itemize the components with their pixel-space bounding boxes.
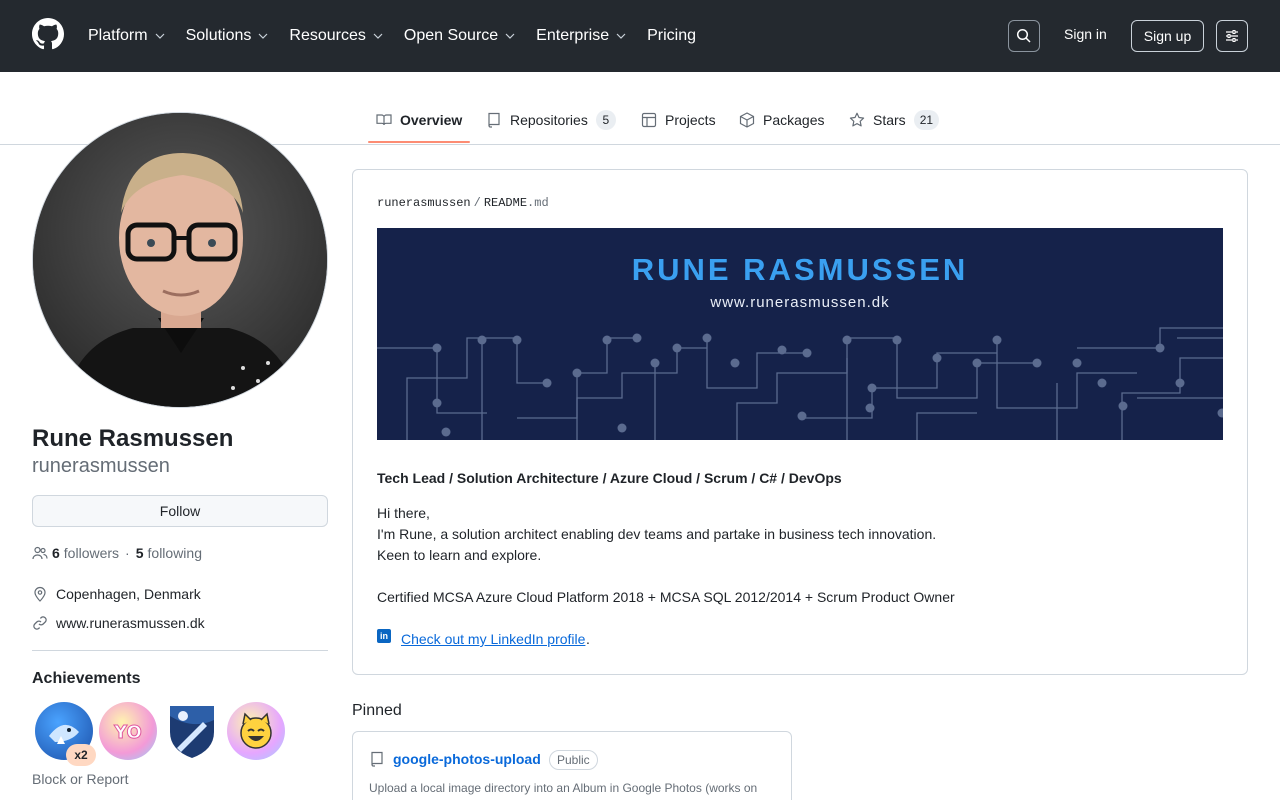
- yolo-icon: YO: [113, 722, 143, 744]
- tab-label: Projects: [665, 112, 716, 128]
- achievement-arctic-badge[interactable]: [163, 702, 221, 760]
- achievement-quickdraw-badge[interactable]: [227, 702, 285, 760]
- location-text: Copenhagen, Denmark: [56, 586, 201, 602]
- readme-line: I'm Rune, a solution architect enabling …: [377, 526, 937, 542]
- following-label: following: [147, 545, 202, 561]
- tab-label: Packages: [763, 112, 825, 128]
- separator-dot: ·: [125, 545, 130, 561]
- book-icon: [376, 114, 392, 126]
- active-tab-indicator: [368, 141, 470, 143]
- tab-label: Overview: [400, 112, 463, 128]
- avatar-photo: [33, 113, 327, 407]
- nav-label: Enterprise: [536, 27, 610, 44]
- sidebar-divider: [32, 650, 328, 651]
- star-icon: [849, 112, 865, 127]
- tab-repositories[interactable]: Repositories 5: [486, 104, 616, 136]
- block-or-report-link[interactable]: Block or Report: [32, 771, 128, 787]
- readme-path-separator: /: [473, 196, 481, 210]
- readme-line: Hi there,: [377, 505, 430, 521]
- nav-label: Resources: [289, 27, 366, 44]
- package-icon: [739, 112, 755, 128]
- location-icon: [34, 586, 46, 602]
- followers-link[interactable]: 6 followers: [52, 545, 119, 561]
- repositories-count: 5: [595, 110, 616, 130]
- readme-path-file[interactable]: README: [484, 196, 527, 210]
- site-header: Platform Solutions Resources Open Source…: [0, 0, 1280, 72]
- linkedin-profile-link[interactable]: Check out my LinkedIn profile: [401, 631, 585, 647]
- website-link[interactable]: www.runerasmussen.dk: [56, 615, 205, 631]
- tab-stars[interactable]: Stars 21: [849, 104, 940, 136]
- cat-face-icon: [240, 712, 272, 749]
- website-row: www.runerasmussen.dk: [32, 615, 205, 631]
- nav-label: Platform: [88, 27, 148, 44]
- pinned-repo-name[interactable]: google-photos-upload: [393, 751, 541, 767]
- sign-in-link[interactable]: Sign in: [1064, 26, 1107, 42]
- chevron-down-icon: [258, 33, 268, 39]
- chevron-down-icon: [155, 33, 165, 39]
- readme-banner: RUNE RASMUSSEN www.runerasmussen.dk: [377, 228, 1223, 440]
- people-icon: [32, 546, 48, 560]
- followers-label: followers: [63, 545, 120, 561]
- arctic-shield-icon: [170, 706, 214, 758]
- achievement-multiplier: x2: [66, 744, 96, 766]
- link-icon: [33, 616, 47, 630]
- tab-overview[interactable]: Overview: [376, 104, 462, 136]
- search-icon: [1016, 28, 1031, 43]
- chevron-down-icon: [505, 33, 515, 39]
- table-icon: [641, 112, 657, 128]
- nav-label: Open Source: [403, 27, 499, 44]
- profile-username: runerasmussen: [32, 455, 170, 477]
- sign-up-button[interactable]: Sign up: [1131, 20, 1204, 52]
- nav-resources[interactable]: Resources: [289, 27, 383, 45]
- pinned-repo-card: google-photos-upload Public Upload a loc…: [352, 731, 792, 800]
- nav-label: Pricing: [647, 27, 696, 44]
- tab-label: Stars: [873, 112, 906, 128]
- pinned-heading: Pinned: [352, 702, 402, 719]
- linkedin-suffix: .: [586, 631, 590, 647]
- main-nav: Platform Solutions Resources Open Source…: [88, 0, 716, 72]
- profile-fullname: Rune Rasmussen: [32, 425, 234, 452]
- follow-stats: 6 followers · 5 following: [32, 545, 202, 561]
- banner-url: www.runerasmussen.dk: [710, 294, 890, 311]
- avatar[interactable]: [32, 112, 328, 408]
- achievement-yolo-badge[interactable]: YO: [99, 702, 157, 760]
- followers-count: 6: [52, 545, 60, 561]
- chevron-down-icon: [616, 33, 626, 39]
- nav-open-source[interactable]: Open Source: [404, 27, 516, 45]
- repo-icon: [371, 751, 383, 767]
- nav-label: Solutions: [185, 27, 252, 44]
- settings-button[interactable]: [1216, 20, 1248, 52]
- nav-enterprise[interactable]: Enterprise: [536, 27, 627, 45]
- stars-count: 21: [913, 110, 940, 130]
- readme-line: Keen to learn and explore.: [377, 547, 542, 563]
- tab-packages[interactable]: Packages: [739, 104, 824, 136]
- following-link[interactable]: 5 following: [136, 545, 202, 561]
- nav-platform[interactable]: Platform: [88, 27, 166, 45]
- readme-path-user[interactable]: runerasmussen: [377, 196, 471, 210]
- readme-path-ext: .md: [527, 196, 549, 210]
- linkedin-icon[interactable]: in: [377, 629, 391, 643]
- readme-headline: Tech Lead / Solution Architecture / Azur…: [377, 470, 842, 486]
- location-row: Copenhagen, Denmark: [32, 586, 201, 602]
- achievements-heading: Achievements: [32, 670, 141, 687]
- chevron-down-icon: [373, 33, 383, 39]
- repo-icon: [488, 112, 500, 128]
- banner-title: RUNE RASMUSSEN: [631, 252, 969, 287]
- readme-card: runerasmussen / README.md RUNE RASMUSSEN…: [352, 169, 1248, 675]
- settings-sliders-icon: [1226, 30, 1238, 42]
- nav-solutions[interactable]: Solutions: [186, 27, 270, 45]
- nav-pricing[interactable]: Pricing: [647, 27, 696, 45]
- following-count: 5: [135, 545, 144, 561]
- tab-label: Repositories: [510, 112, 588, 128]
- pinned-repo-description: Upload a local image directory into an A…: [369, 781, 758, 800]
- readme-path: runerasmussen / README.md: [377, 196, 549, 210]
- search-button[interactable]: [1008, 20, 1040, 52]
- tab-projects[interactable]: Projects: [641, 104, 716, 136]
- follow-button[interactable]: Follow: [32, 495, 328, 527]
- github-logo[interactable]: [32, 18, 64, 50]
- visibility-badge: Public: [549, 750, 598, 770]
- svg-text:YO: YO: [113, 722, 142, 743]
- readme-certifications: Certified MCSA Azure Cloud Platform 2018…: [377, 589, 955, 605]
